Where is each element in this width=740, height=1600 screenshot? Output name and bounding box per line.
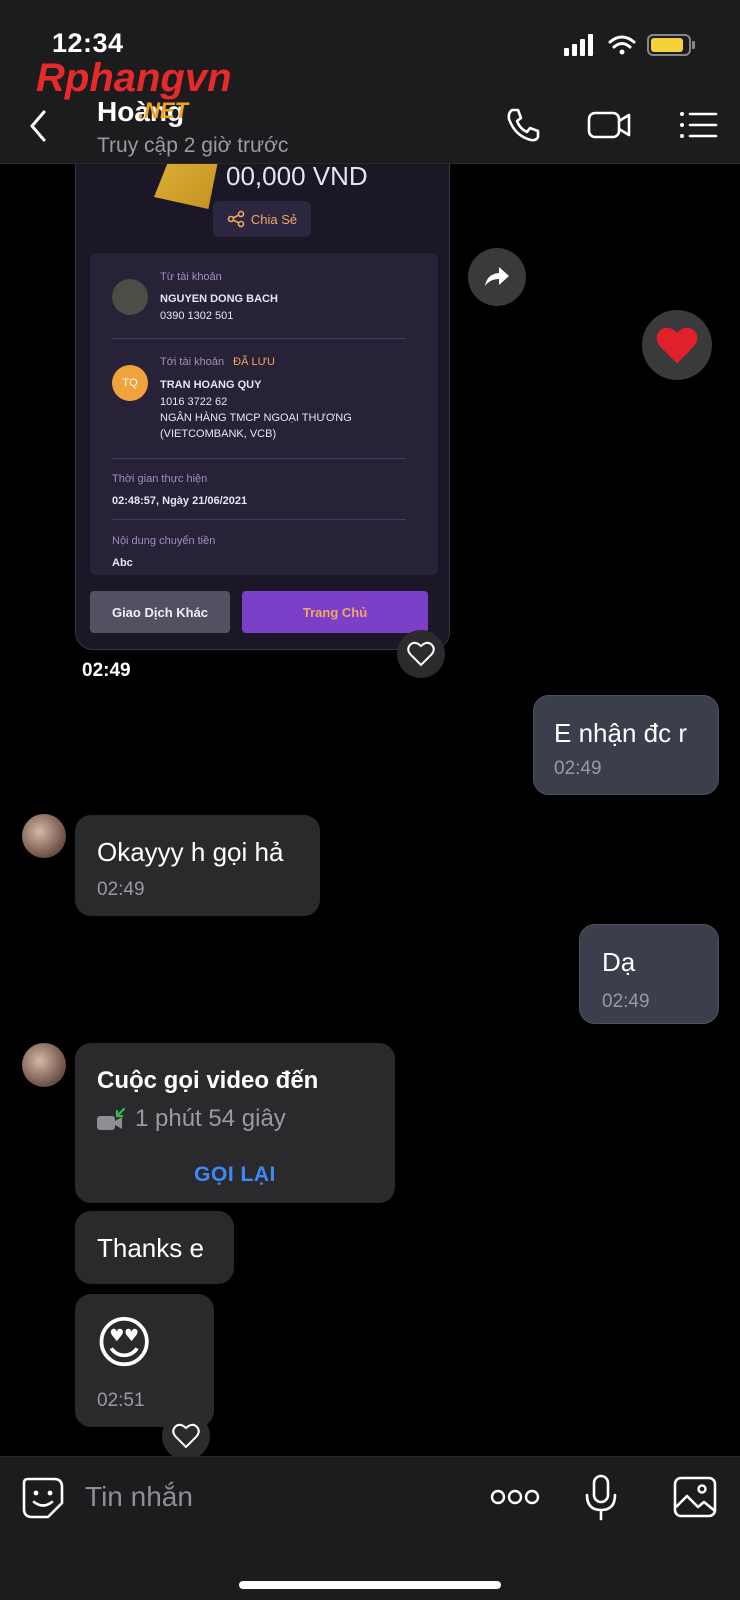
wifi-icon [608, 35, 636, 55]
to-bank-line1: NGÂN HÀNG TMCP NGOẠI THƯƠNG [160, 412, 352, 424]
call-back-button[interactable]: GỌI LẠI [75, 1163, 395, 1187]
microphone-icon[interactable] [582, 1473, 620, 1523]
signal-icon [564, 34, 593, 56]
status-icons [564, 34, 695, 56]
contact-avatar[interactable] [22, 1043, 66, 1087]
incoming-message[interactable]: Okayyy h gọi hả 02:49 [75, 815, 320, 916]
other-transaction-button: Giao Dịch Khác [90, 591, 230, 633]
image-timestamp: 02:49 [82, 660, 131, 681]
time-value: 02:48:57, Ngày 21/06/2021 [112, 495, 248, 507]
reaction-heart[interactable] [642, 310, 712, 380]
receipt-share-button: Chia Sẻ [213, 201, 311, 237]
message-time: 02:49 [97, 879, 145, 900]
forward-arrow-icon [485, 267, 509, 286]
share-nodes-icon [227, 210, 245, 228]
video-call-card: Cuộc gọi video đến 1 phút 54 giây GỌI LẠ… [75, 1043, 395, 1203]
smiling-heart-eyes-emoji: 😍 [95, 1311, 154, 1374]
to-bank-line2: (VIETCOMBANK, VCB) [160, 428, 277, 440]
react-heart-button[interactable] [397, 630, 445, 678]
to-name: TRAN HOANG QUY [160, 379, 262, 391]
message-text: Dạ [602, 947, 636, 977]
message-text: Okayyy h gọi hả [97, 837, 284, 867]
call-title: Cuộc gọi video đến [97, 1067, 319, 1094]
incoming-message[interactable]: Thanks e [75, 1211, 234, 1284]
divider [112, 519, 406, 520]
from-label: Từ tài khoản [160, 271, 222, 283]
time-label: Thời gian thực hiện [112, 473, 208, 485]
from-name: NGUYEN DONG BACH [160, 293, 278, 305]
message-time: 02:51 [97, 1390, 145, 1411]
battery-icon [647, 34, 695, 56]
watermark-logo: Rphangvn .NET [36, 56, 266, 136]
incoming-video-call-icon [97, 1107, 126, 1130]
home-button: Trang Chủ [242, 591, 428, 633]
react-heart-button[interactable] [162, 1412, 210, 1460]
recipient-avatar: TQ [112, 365, 148, 401]
outgoing-message[interactable]: E nhận đc r 02:49 [533, 695, 719, 795]
to-label-row: Tới tài khoản ĐÃ LƯU [160, 356, 275, 368]
home-indicator [239, 1581, 501, 1589]
incoming-emoji-message[interactable]: 😍 02:51 [75, 1294, 214, 1427]
contact-avatar[interactable] [22, 814, 66, 858]
message-text: E nhận đc r [554, 718, 687, 748]
message-composer: Tin nhắn [0, 1456, 740, 1600]
from-account: 0390 1302 501 [160, 310, 234, 322]
message-text: Thanks e [97, 1233, 204, 1263]
call-duration: 1 phút 54 giây [135, 1105, 286, 1132]
content-label: Nội dung chuyển tiền [112, 535, 216, 547]
watermark-brand-text: Rphangvn [36, 56, 232, 100]
sticker-icon[interactable] [20, 1475, 66, 1521]
outgoing-message[interactable]: Dạ 02:49 [579, 924, 719, 1024]
to-saved-badge: ĐÃ LƯU [233, 356, 275, 368]
content-value: Abc [112, 557, 133, 569]
to-account: 1016 3722 62 [160, 396, 228, 408]
more-options-icon[interactable] [490, 1487, 540, 1507]
divider [112, 458, 406, 459]
chat-header: 12:34 Hoàng Truy cập 2 giờ trước Rphangv… [0, 0, 740, 164]
contact-status: Truy cập 2 giờ trước [97, 134, 289, 157]
heart-outline-icon [172, 1423, 200, 1449]
red-heart-icon [656, 327, 698, 364]
sender-account-avatar [112, 279, 148, 315]
heart-outline-icon [407, 641, 435, 667]
menu-list-icon[interactable] [676, 102, 722, 148]
to-label: Tới tài khoản [160, 356, 225, 368]
message-time: 02:49 [602, 991, 650, 1012]
divider [112, 338, 406, 339]
status-time: 12:34 [52, 28, 124, 58]
forward-button[interactable] [468, 248, 526, 306]
message-input[interactable]: Tin nhắn [85, 1481, 193, 1513]
share-label: Chia Sẻ [250, 211, 298, 227]
watermark-suffix-text: .NET [138, 98, 189, 123]
transfer-details-card: Từ tài khoản NGUYEN DONG BACH 0390 1302 … [90, 253, 438, 575]
video-call-icon[interactable] [586, 102, 632, 148]
message-time: 02:49 [554, 758, 602, 779]
receipt-amount: 00,000 VND [226, 161, 368, 191]
shared-receipt-image[interactable]: 00,000 VND Chia Sẻ Từ tài khoản NGUYEN D… [75, 140, 450, 650]
phone-call-icon[interactable] [500, 102, 546, 148]
gallery-image-icon[interactable] [672, 1475, 718, 1519]
